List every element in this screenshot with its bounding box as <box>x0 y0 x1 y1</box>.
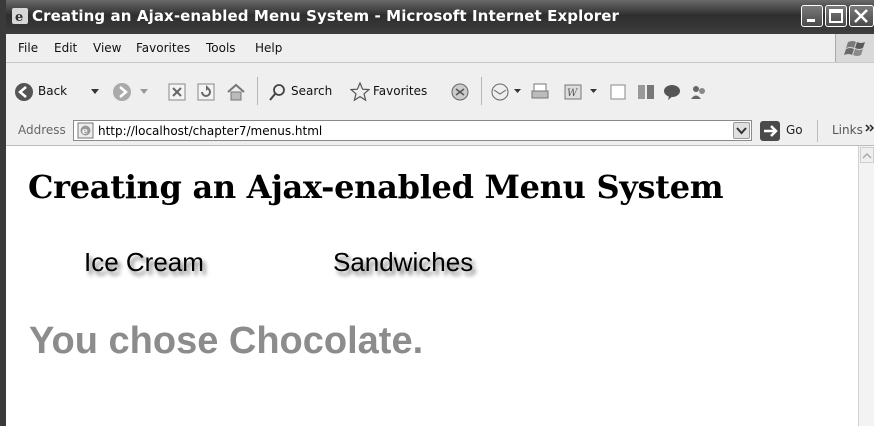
go-label[interactable]: Go <box>786 123 803 137</box>
back-button[interactable]: Back <box>12 79 102 105</box>
address-label: Address <box>18 123 66 137</box>
vertical-scrollbar[interactable] <box>858 146 874 426</box>
back-dropdown-icon[interactable] <box>91 89 99 95</box>
toolbar-separator <box>481 77 482 105</box>
svg-text:W: W <box>567 88 578 99</box>
minimize-icon <box>807 19 815 22</box>
mail-dropdown-icon[interactable] <box>514 89 521 94</box>
chevron-up-icon <box>862 152 872 159</box>
go-arrow-icon <box>764 125 778 137</box>
address-dropdown-button[interactable] <box>733 122 750 139</box>
windows-logo-icon <box>844 41 865 56</box>
forward-dropdown-icon[interactable] <box>140 89 148 95</box>
menu-tools[interactable]: Tools <box>206 41 236 55</box>
close-button[interactable] <box>849 5 874 27</box>
address-url: http://localhost/chapter7/menus.html <box>98 124 323 138</box>
menu-sandwiches[interactable]: Sandwiches <box>333 247 473 278</box>
svg-text:e: e <box>82 127 88 137</box>
back-label: Back <box>38 84 68 98</box>
discuss-icon[interactable] <box>609 82 627 102</box>
people-icon[interactable] <box>688 82 708 102</box>
search-icon <box>269 84 285 101</box>
address-input[interactable]: e http://localhost/chapter7/menus.html <box>73 120 752 141</box>
stop-icon[interactable] <box>168 83 186 101</box>
selection-result: You chose Chocolate. <box>29 320 424 362</box>
menu-bar: File Edit View Favorites Tools Help <box>6 34 874 63</box>
window-title: Creating an Ajax-enabled Menu System - M… <box>32 7 619 25</box>
print-icon[interactable] <box>530 82 550 102</box>
scroll-up-button[interactable] <box>860 147 874 163</box>
ie-logo-icon: e <box>12 8 28 24</box>
menu-ice-cream[interactable]: Ice Cream <box>84 247 204 278</box>
favorites-label: Favorites <box>373 84 428 98</box>
links-button[interactable]: Links <box>832 123 863 137</box>
favorites-button[interactable]: Favorites <box>350 79 442 105</box>
edit-dropdown-icon[interactable] <box>590 89 597 94</box>
menu-file[interactable]: File <box>18 41 38 55</box>
windows-flag-logo <box>835 34 874 62</box>
close-icon <box>854 9 868 23</box>
search-label: Search <box>291 84 333 98</box>
address-bar: Address e http://localhost/chapter7/menu… <box>6 117 874 146</box>
page-title: Creating an Ajax-enabled Menu System <box>28 168 724 206</box>
word-edit-icon[interactable]: W <box>563 82 583 102</box>
title-bar[interactable]: e Creating an Ajax-enabled Menu System -… <box>6 0 874 34</box>
mail-icon[interactable] <box>490 82 512 102</box>
page-content: Creating an Ajax-enabled Menu System Ice… <box>6 146 858 426</box>
forward-arrow-icon <box>113 83 131 101</box>
browser-window: e Creating an Ajax-enabled Menu System -… <box>0 0 874 426</box>
maximize-icon <box>829 9 843 23</box>
media-icon[interactable] <box>450 82 470 102</box>
toolbar-separator <box>257 77 258 105</box>
forward-button[interactable] <box>112 79 154 105</box>
home-icon[interactable] <box>226 82 246 102</box>
menu-help[interactable]: Help <box>255 41 282 55</box>
favorites-star-icon <box>350 82 370 102</box>
menu-view[interactable]: View <box>93 41 121 55</box>
messenger-icon[interactable] <box>662 82 682 102</box>
address-separator <box>817 120 818 142</box>
minimize-button[interactable] <box>801 5 823 27</box>
maximize-button[interactable] <box>825 5 847 27</box>
search-button[interactable]: Search <box>266 79 340 105</box>
back-arrow-icon <box>15 83 33 101</box>
chevron-down-icon <box>736 127 747 135</box>
refresh-icon[interactable] <box>197 83 215 101</box>
svg-text:e: e <box>15 10 23 24</box>
go-button[interactable] <box>760 121 780 141</box>
research-icon[interactable] <box>636 82 656 102</box>
page-icon: e <box>77 122 94 139</box>
menu-favorites[interactable]: Favorites <box>136 41 190 55</box>
chevron-right-double-icon[interactable] <box>865 123 874 133</box>
standard-toolbar: Back Search Favorites W <box>6 63 874 118</box>
menu-edit[interactable]: Edit <box>54 41 77 55</box>
